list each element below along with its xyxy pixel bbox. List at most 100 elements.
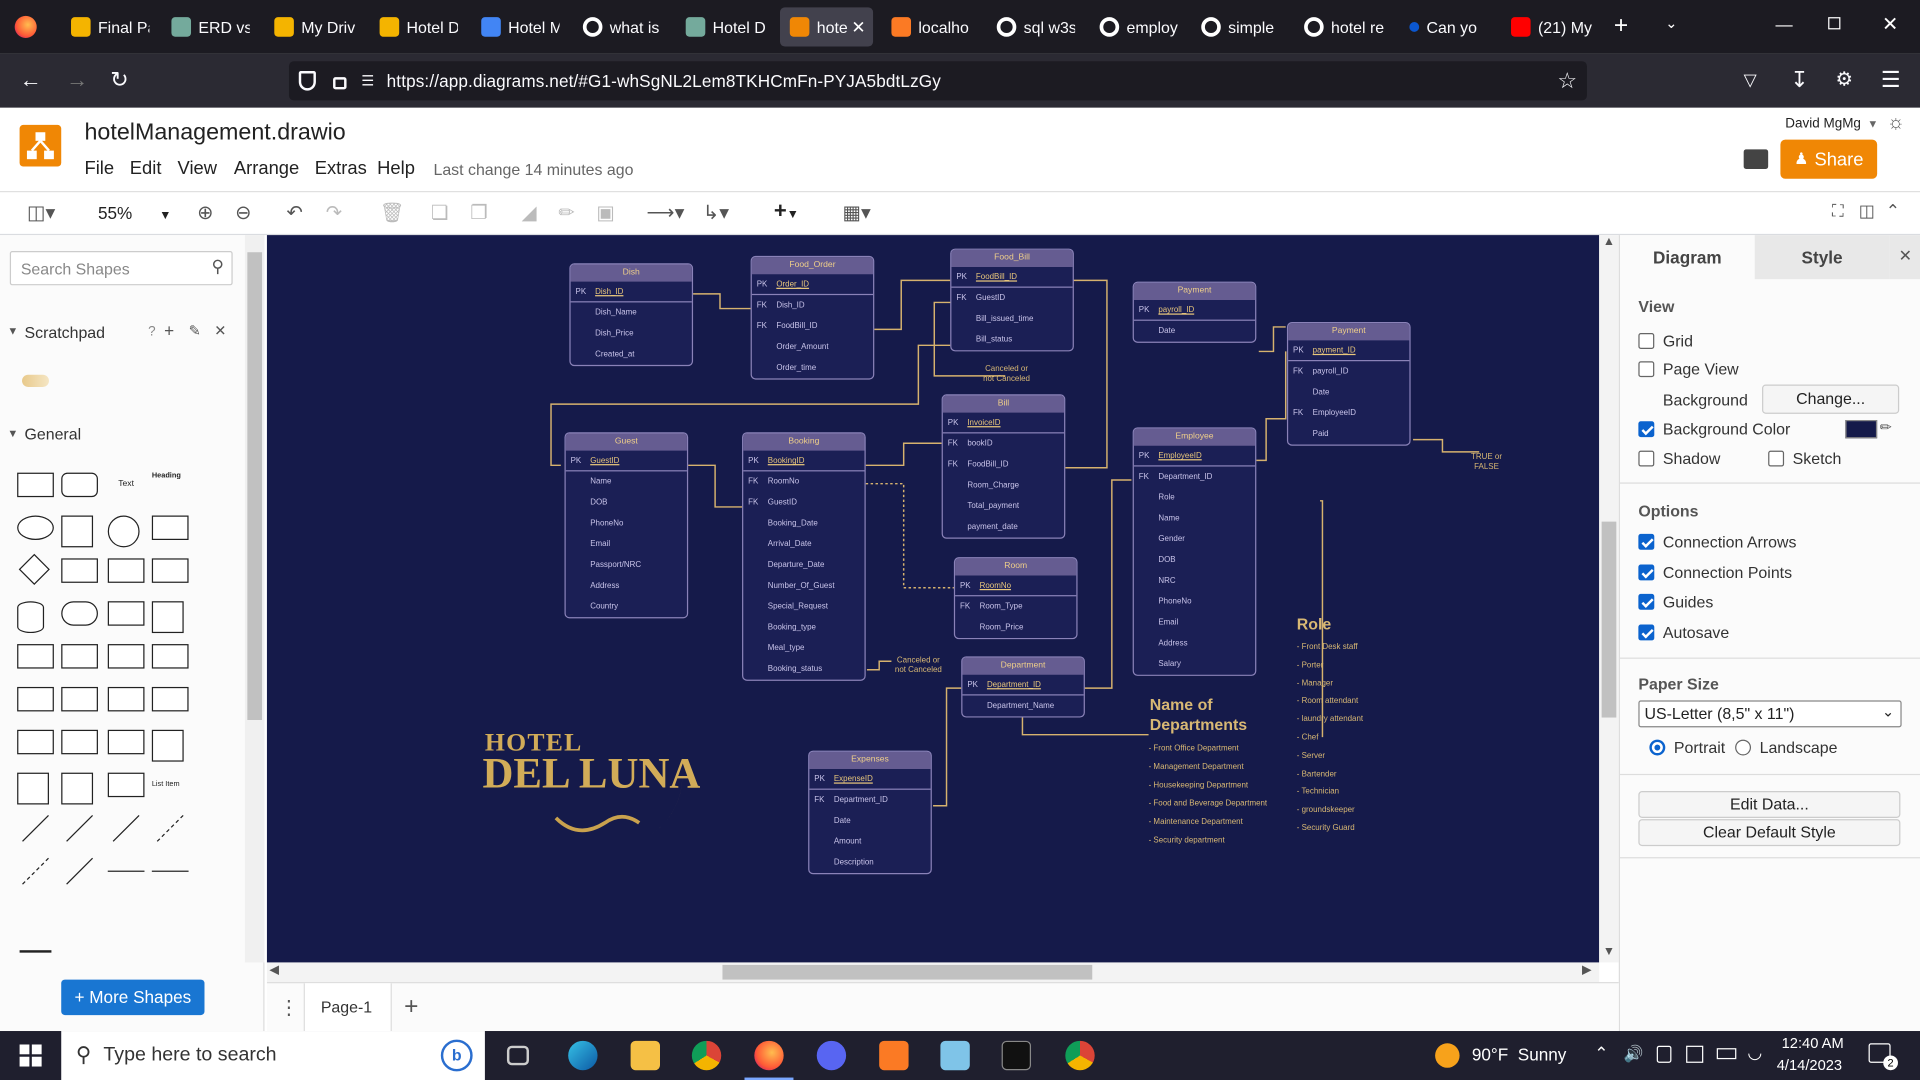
guides-label[interactable]: Guides xyxy=(1663,593,1713,611)
horizontal-scrollbar-thumb[interactable] xyxy=(722,964,1093,980)
windows-start-icon[interactable] xyxy=(19,1044,42,1067)
redo-icon[interactable]: ↷ xyxy=(326,201,342,225)
clock-date[interactable]: 4/14/2023 xyxy=(1777,1057,1842,1074)
new-tab-icon[interactable]: + xyxy=(1614,12,1628,40)
shape-step[interactable] xyxy=(61,644,98,669)
canvas-vertical-scrollbar[interactable]: ▲ ▼ xyxy=(1599,235,1619,963)
shape-bidirectional-connector[interactable] xyxy=(107,870,145,872)
close-panel-icon[interactable]: ✕ xyxy=(1889,235,1920,280)
shape-bidirectional-arrow[interactable] xyxy=(66,814,94,842)
shape-list[interactable] xyxy=(107,772,145,798)
user-name[interactable]: David MgMg xyxy=(1785,116,1861,131)
menu-view[interactable]: View xyxy=(178,158,217,179)
battery-icon[interactable] xyxy=(1716,1048,1737,1060)
connection-points-checkbox[interactable] xyxy=(1638,564,1655,581)
change-background-button[interactable]: Change... xyxy=(1762,384,1900,414)
scroll-down-icon[interactable]: ▼ xyxy=(1603,945,1615,958)
tray-icon[interactable] xyxy=(1686,1045,1704,1063)
last-change-text[interactable]: Last change 14 minutes ago xyxy=(433,160,633,178)
scratchpad-collapse-icon[interactable]: ▼ xyxy=(7,324,18,336)
share-button[interactable]: ♟ Share xyxy=(1780,139,1878,179)
zoom-in-icon[interactable]: ⊕ xyxy=(197,201,213,225)
shape-container2[interactable] xyxy=(61,772,94,805)
entity-bill[interactable]: Bill PK InvoiceID FK bookID FK FoodBill_ID Room… xyxy=(941,394,1066,539)
shape-arrow[interactable] xyxy=(112,814,140,842)
browser-tab[interactable]: Hotel D xyxy=(370,7,458,46)
document-title[interactable]: hotelManagement.drawio xyxy=(84,120,345,147)
shape-document[interactable] xyxy=(107,601,145,626)
shield-icon[interactable] xyxy=(298,71,316,91)
entity-expenses[interactable]: Expenses PK ExpenseID FK Department_ID Date Am… xyxy=(808,750,932,875)
autosave-label[interactable]: Autosave xyxy=(1663,623,1729,641)
browser-tab[interactable]: simple xyxy=(1191,7,1279,46)
menu-help[interactable]: Help xyxy=(377,158,415,179)
guides-checkbox[interactable] xyxy=(1638,593,1655,610)
browser-tab[interactable]: hote ✕ xyxy=(780,7,874,47)
connection-arrows-label[interactable]: Connection Arrows xyxy=(1663,533,1797,551)
toggle-format-icon[interactable]: ◫ xyxy=(1859,201,1875,222)
landscape-label[interactable]: Landscape xyxy=(1760,738,1838,756)
shadow-icon[interactable]: ▣ xyxy=(596,201,615,225)
tab-style[interactable]: Style xyxy=(1754,235,1890,280)
clear-default-style-button[interactable]: Clear Default Style xyxy=(1638,819,1901,847)
left-scrollbar-thumb[interactable] xyxy=(247,252,263,721)
notifications-count[interactable]: 2 xyxy=(1883,1055,1898,1071)
shape-note[interactable] xyxy=(17,686,54,712)
shape-data-storage[interactable] xyxy=(107,729,145,755)
shape-triangle[interactable] xyxy=(151,558,189,583)
diagram-canvas[interactable]: Dish PK Dish_ID Dish_Name Dish_Price Created_… xyxy=(266,235,1600,963)
shape-process[interactable] xyxy=(151,515,189,541)
browser-tab[interactable]: hotel re xyxy=(1294,7,1385,46)
volume-icon[interactable]: 🔊 xyxy=(1624,1044,1644,1064)
sketch-checkbox[interactable] xyxy=(1768,450,1785,467)
connection-arrows-checkbox[interactable] xyxy=(1638,533,1655,550)
entity-food-bill[interactable]: Food_Bill PK FoodBill_ID FK GuestID Bill_issu… xyxy=(950,248,1074,352)
shape-dotted-line[interactable] xyxy=(156,814,184,842)
permissions-icon[interactable]: ☰ xyxy=(361,72,374,89)
shape-ellipse[interactable] xyxy=(17,515,54,541)
shape-rounded-rect[interactable] xyxy=(61,472,98,498)
entity-payment[interactable]: Payment PK payroll_ID Date xyxy=(1132,281,1257,343)
chrome-icon[interactable] xyxy=(691,1040,722,1071)
shape-cloud[interactable] xyxy=(61,601,98,626)
scratchpad-add-icon[interactable]: + xyxy=(164,321,174,341)
browser-tab[interactable]: Final Pa xyxy=(61,7,149,46)
tab-diagram[interactable]: Diagram xyxy=(1620,235,1755,280)
search-icon[interactable]: ⚲ xyxy=(212,256,225,277)
extensions-icon[interactable]: ⚙ xyxy=(1836,67,1854,91)
canvas-horizontal-scrollbar[interactable]: ◀ ▶ xyxy=(266,962,1600,983)
general-label[interactable]: General xyxy=(24,425,81,443)
paper-size-select[interactable]: US-Letter (8,5" x 11") ⌄ xyxy=(1638,700,1902,728)
page-view-label[interactable]: Page View xyxy=(1663,360,1739,378)
shape-parallelogram[interactable] xyxy=(61,558,98,583)
general-collapse-icon[interactable]: ▼ xyxy=(7,427,18,439)
shape-callout[interactable] xyxy=(107,686,145,712)
delete-icon[interactable]: 🗑 xyxy=(380,201,405,225)
shadow-checkbox[interactable] xyxy=(1638,450,1655,467)
theme-sun-icon[interactable]: ☼ xyxy=(1887,113,1905,135)
zoom-select[interactable]: 55% ▼ xyxy=(98,203,171,223)
page-tab[interactable]: Page-1 ▲ xyxy=(303,983,392,1064)
shape-connector[interactable] xyxy=(19,950,52,953)
firefox-icon[interactable] xyxy=(14,15,37,38)
task-view-icon[interactable] xyxy=(506,1045,529,1066)
browser-tab[interactable]: Can yo xyxy=(1400,7,1486,46)
pages-menu-icon[interactable]: ⋮ xyxy=(279,996,299,1020)
menu-file[interactable]: File xyxy=(84,158,114,179)
portrait-radio[interactable] xyxy=(1649,739,1666,756)
edit-data-button[interactable]: Edit Data... xyxy=(1638,791,1901,818)
shape-diamond[interactable] xyxy=(18,553,50,585)
clock-time[interactable]: 12:40 AM xyxy=(1782,1035,1844,1052)
color-picker-icon[interactable]: ✏ xyxy=(1880,419,1892,436)
edge-icon[interactable] xyxy=(568,1040,598,1071)
back-icon[interactable]: ← xyxy=(20,67,42,93)
shape-curve[interactable] xyxy=(22,814,49,842)
scratchpad-label[interactable]: Scratchpad xyxy=(24,323,105,341)
xampp-icon[interactable] xyxy=(879,1040,909,1071)
portrait-label[interactable]: Portrait xyxy=(1674,738,1725,756)
file-explorer-icon[interactable] xyxy=(630,1040,661,1071)
to-back-icon[interactable]: ❐ xyxy=(470,201,488,225)
tray-icon[interactable] xyxy=(1656,1045,1672,1063)
connection-points-label[interactable]: Connection Points xyxy=(1663,563,1792,581)
shape-line[interactable] xyxy=(66,857,94,885)
